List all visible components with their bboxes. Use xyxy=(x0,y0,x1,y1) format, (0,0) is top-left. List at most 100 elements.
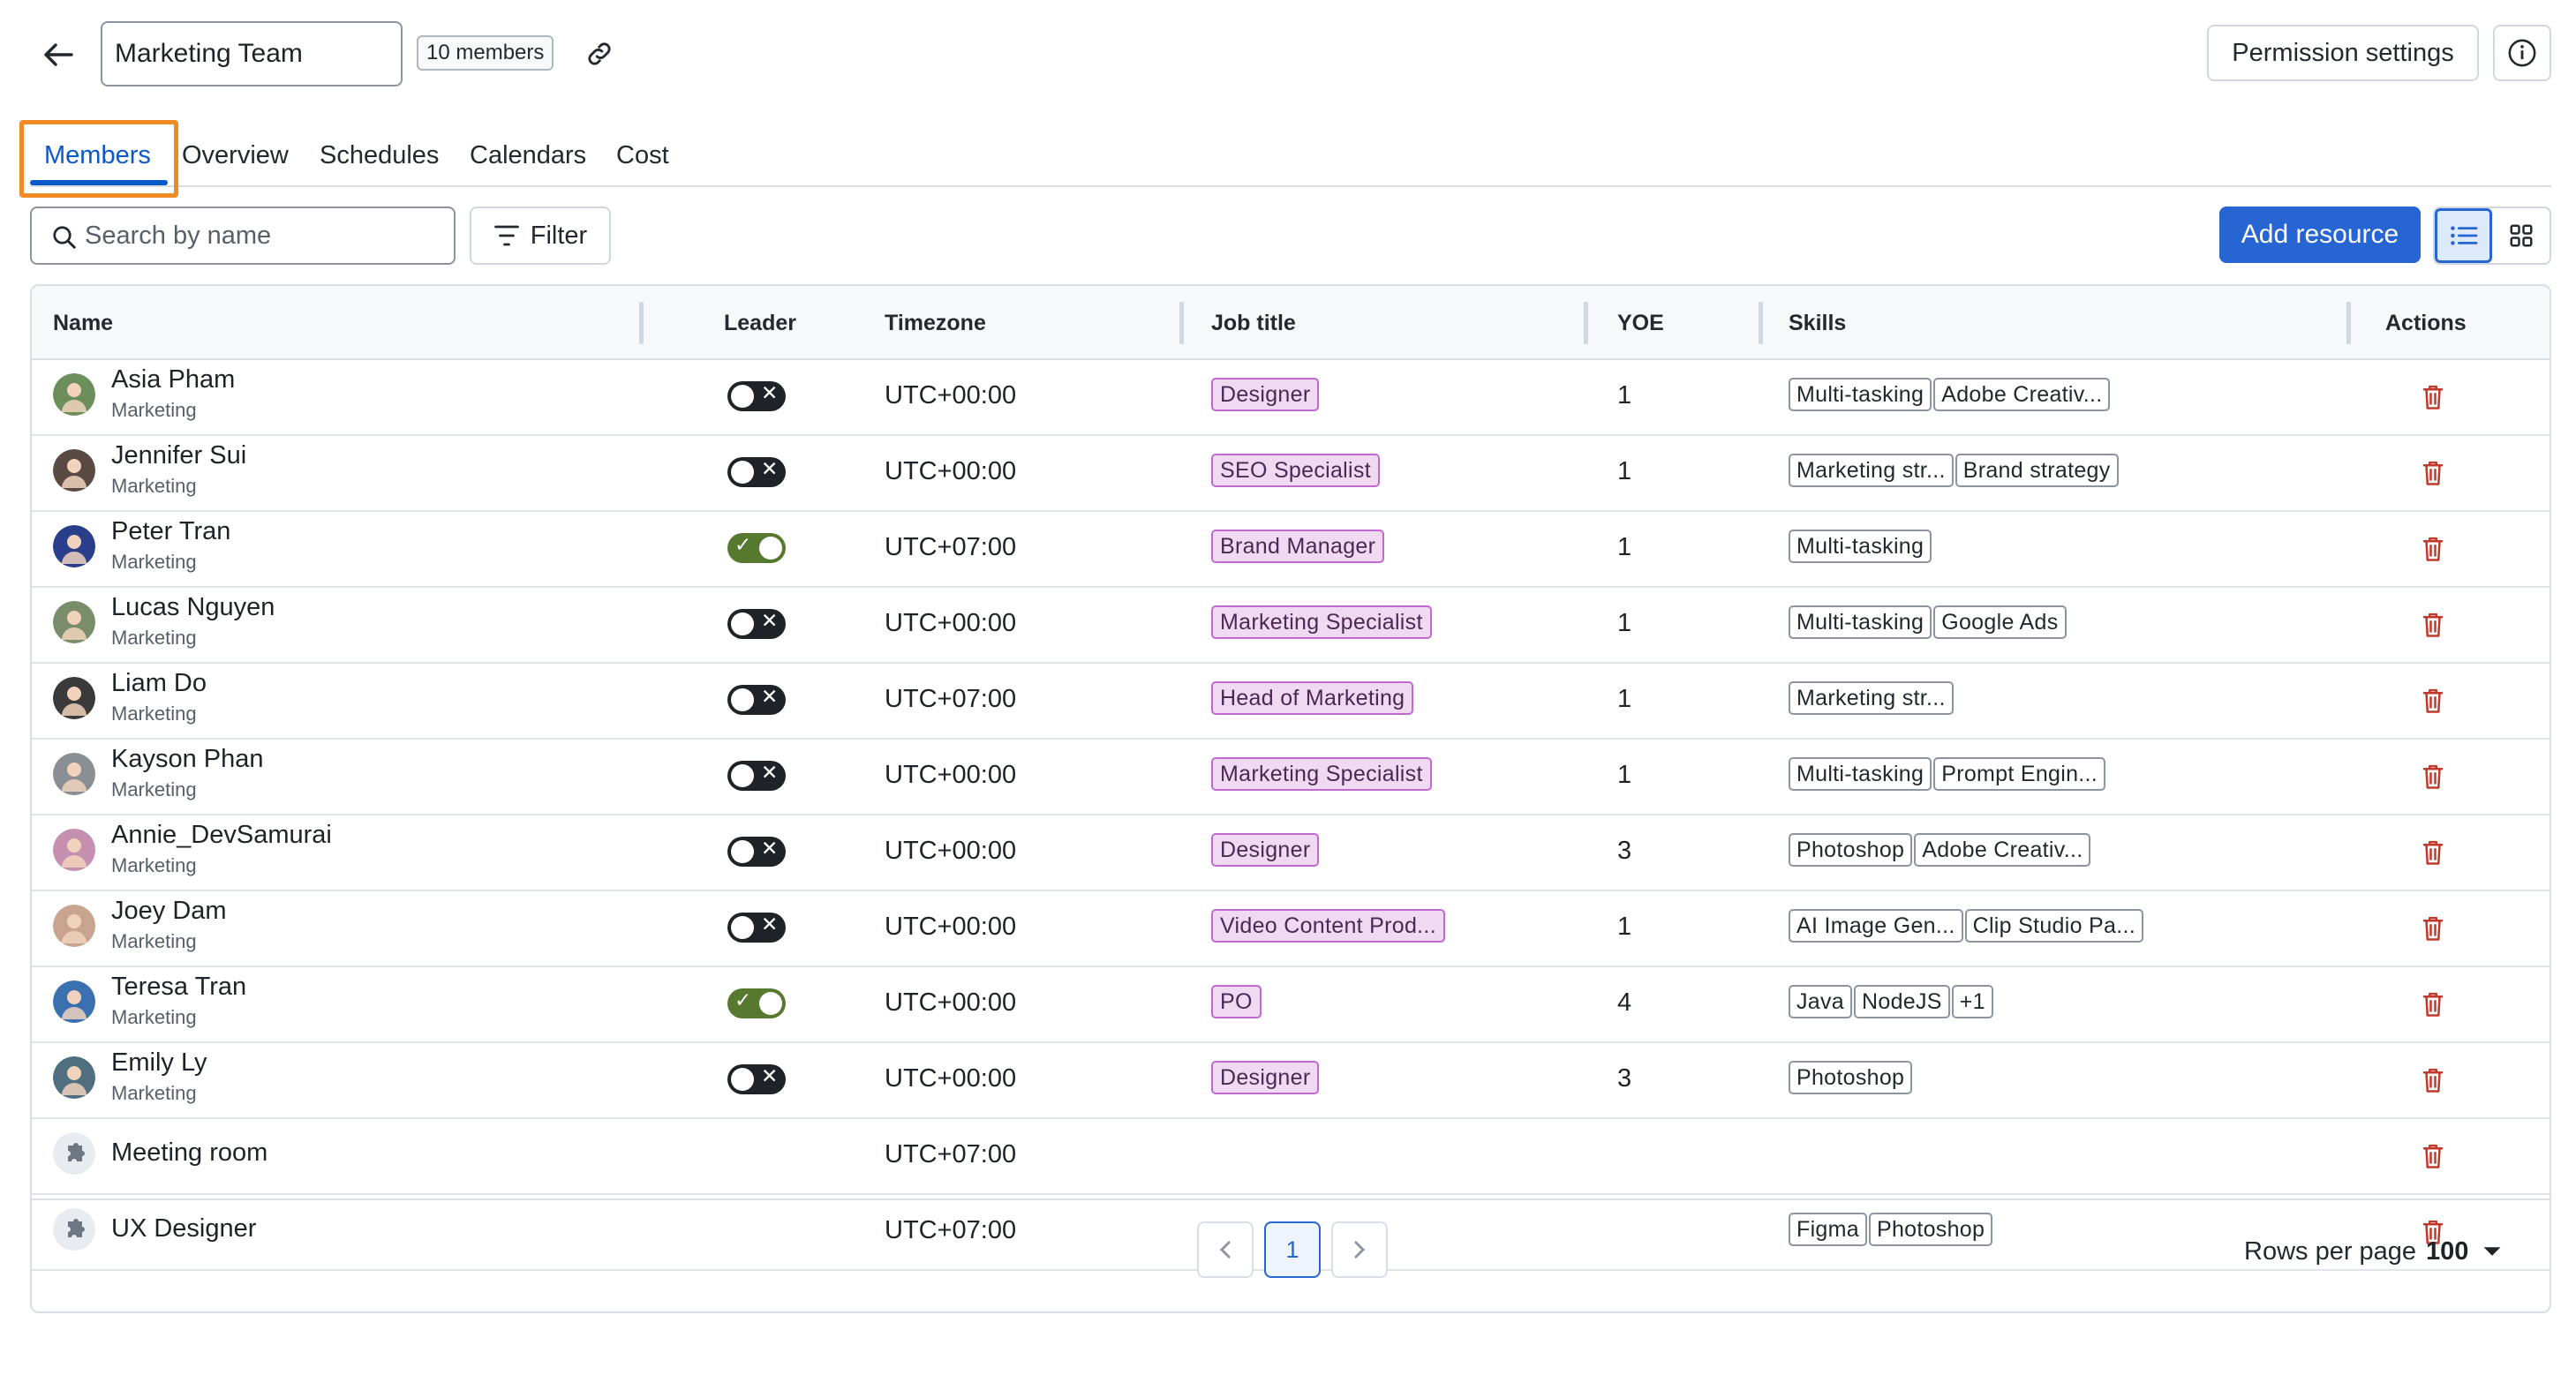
yoe-value: 4 xyxy=(1617,988,1632,1017)
timezone-value: UTC+07:00 xyxy=(885,533,1017,561)
leader-toggle[interactable]: ✓ xyxy=(727,988,786,1018)
table-row[interactable]: Annie_DevSamurai Marketing ✕ UTC+00:00 Desig… xyxy=(32,815,2550,891)
back-arrow-icon[interactable] xyxy=(35,32,81,78)
leader-toggle[interactable]: ✕ xyxy=(727,837,786,867)
avatar xyxy=(53,677,95,719)
member-name[interactable]: Liam Do xyxy=(111,669,207,698)
column-resize-handle[interactable] xyxy=(639,302,644,344)
tab-schedules[interactable]: Schedules xyxy=(320,141,439,170)
table-row[interactable]: Joey Dam Marketing ✕ UTC+00:00 Video Content… xyxy=(32,891,2550,967)
column-header-skills[interactable]: Skills xyxy=(1789,311,1846,336)
table-row[interactable]: Asia Pham Marketing ✕ UTC+00:00 Designer 1 Mul… xyxy=(32,360,2550,436)
team-name-input[interactable] xyxy=(101,21,403,86)
tab-members[interactable]: Members xyxy=(44,141,151,170)
search-box[interactable] xyxy=(30,207,456,265)
member-name[interactable]: Asia Pham xyxy=(111,365,235,394)
trash-icon[interactable] xyxy=(2415,987,2451,1022)
table-row[interactable]: Lucas Nguyen Marketing ✕ UTC+00:00 Marketing… xyxy=(32,588,2550,664)
timezone-value: UTC+00:00 xyxy=(885,457,1017,485)
leader-toggle[interactable]: ✓ xyxy=(727,533,786,563)
trash-icon[interactable] xyxy=(2415,683,2451,718)
rows-per-page-select[interactable]: 100 xyxy=(2426,1234,2502,1269)
table-row[interactable]: Kayson Phan Marketing ✕ UTC+00:00 Marketing … xyxy=(32,740,2550,815)
permission-settings-button[interactable]: Permission settings xyxy=(2207,25,2479,81)
page-button-current[interactable]: 1 xyxy=(1264,1221,1321,1278)
column-header-job-title[interactable]: Job title xyxy=(1211,311,1296,336)
skill-tag: Marketing str... xyxy=(1789,681,1954,715)
view-mode-toggle xyxy=(2433,207,2551,265)
link-icon[interactable] xyxy=(577,32,621,76)
column-header-name[interactable]: Name xyxy=(53,311,113,336)
member-name[interactable]: Jennifer Sui xyxy=(111,441,246,470)
trash-icon[interactable] xyxy=(2415,1063,2451,1098)
next-page-button[interactable] xyxy=(1331,1221,1388,1278)
tab-overview[interactable]: Overview xyxy=(182,141,289,170)
close-icon: ✕ xyxy=(761,458,779,481)
column-header-yoe[interactable]: YOE xyxy=(1617,311,1664,336)
toggle-knob xyxy=(731,840,754,863)
toggle-knob xyxy=(731,612,754,635)
trash-icon[interactable] xyxy=(2415,759,2451,794)
skills-list: Multi-tasking xyxy=(1789,530,1932,565)
leader-toggle[interactable]: ✕ xyxy=(727,761,786,791)
tab-cost[interactable]: Cost xyxy=(616,141,669,170)
table-row[interactable]: Liam Do Marketing ✕ UTC+07:00 Head of Market… xyxy=(32,664,2550,740)
member-name[interactable]: Annie_DevSamurai xyxy=(111,821,332,850)
trash-icon[interactable] xyxy=(2415,607,2451,642)
timezone-value: UTC+00:00 xyxy=(885,761,1017,789)
filter-button[interactable]: Filter xyxy=(470,207,611,265)
trash-icon[interactable] xyxy=(2415,1138,2451,1174)
resource-name[interactable]: Meeting room xyxy=(111,1138,267,1168)
column-resize-handle[interactable] xyxy=(2346,302,2351,344)
trash-icon[interactable] xyxy=(2415,835,2451,870)
tab-calendars[interactable]: Calendars xyxy=(470,141,586,170)
column-resize-handle[interactable] xyxy=(1179,302,1184,344)
yoe-value: 1 xyxy=(1617,685,1632,713)
column-resize-handle[interactable] xyxy=(1584,302,1588,344)
info-icon[interactable] xyxy=(2493,25,2551,81)
yoe-value: 1 xyxy=(1617,381,1632,409)
leader-toggle[interactable]: ✕ xyxy=(727,381,786,411)
active-tab-indicator xyxy=(30,180,168,185)
job-title-tag: Video Content Prod... xyxy=(1211,909,1445,943)
table-row[interactable]: Emily Ly Marketing ✕ UTC+00:00 Designer 3 Phot… xyxy=(32,1043,2550,1119)
filter-label: Filter xyxy=(530,221,588,250)
table-row[interactable]: Meeting room UTC+07:00 xyxy=(32,1119,2550,1195)
column-header-leader[interactable]: Leader xyxy=(724,311,796,336)
member-name[interactable]: Lucas Nguyen xyxy=(111,593,275,622)
yoe-value: 1 xyxy=(1617,761,1632,789)
leader-toggle[interactable]: ✕ xyxy=(727,913,786,943)
add-resource-button[interactable]: Add resource xyxy=(2219,207,2421,263)
leader-toggle[interactable]: ✕ xyxy=(727,609,786,639)
search-input[interactable] xyxy=(85,215,438,256)
member-name[interactable]: Joey Dam xyxy=(111,897,227,926)
leader-toggle[interactable]: ✕ xyxy=(727,685,786,715)
member-name[interactable]: Kayson Phan xyxy=(111,745,264,774)
member-department: Marketing xyxy=(111,551,197,573)
trash-icon[interactable] xyxy=(2415,379,2451,415)
yoe-value: 1 xyxy=(1617,913,1632,941)
trash-icon[interactable] xyxy=(2415,531,2451,567)
trash-icon[interactable] xyxy=(2415,911,2451,946)
member-department: Marketing xyxy=(111,1006,197,1028)
rows-per-page-label: Rows per page xyxy=(2244,1237,2417,1266)
skill-tag: Brand strategy xyxy=(1955,454,2119,487)
yoe-value: 1 xyxy=(1617,609,1632,637)
table-row[interactable]: Teresa Tran Marketing ✓ UTC+00:00 PO 4 Java Nod… xyxy=(32,967,2550,1043)
previous-page-button[interactable] xyxy=(1197,1221,1254,1278)
pagination-bar: 1 Rows per page 100 xyxy=(32,1198,2550,1311)
leader-toggle[interactable]: ✕ xyxy=(727,1064,786,1094)
leader-toggle[interactable]: ✕ xyxy=(727,457,786,487)
list-view-icon[interactable] xyxy=(2435,208,2493,263)
member-name[interactable]: Emily Ly xyxy=(111,1048,207,1078)
member-name[interactable]: Teresa Tran xyxy=(111,973,246,1002)
column-header-actions: Actions xyxy=(2385,311,2467,335)
member-name[interactable]: Peter Tran xyxy=(111,517,230,546)
grid-view-icon[interactable] xyxy=(2492,208,2550,263)
column-header-timezone[interactable]: Timezone xyxy=(885,311,986,336)
table-row[interactable]: Jennifer Sui Marketing ✕ UTC+00:00 SEO Speci… xyxy=(32,436,2550,512)
check-icon: ✓ xyxy=(734,989,752,1012)
column-resize-handle[interactable] xyxy=(1759,302,1763,344)
table-row[interactable]: Peter Tran Marketing ✓ UTC+07:00 Brand Manag… xyxy=(32,512,2550,588)
trash-icon[interactable] xyxy=(2415,455,2451,491)
